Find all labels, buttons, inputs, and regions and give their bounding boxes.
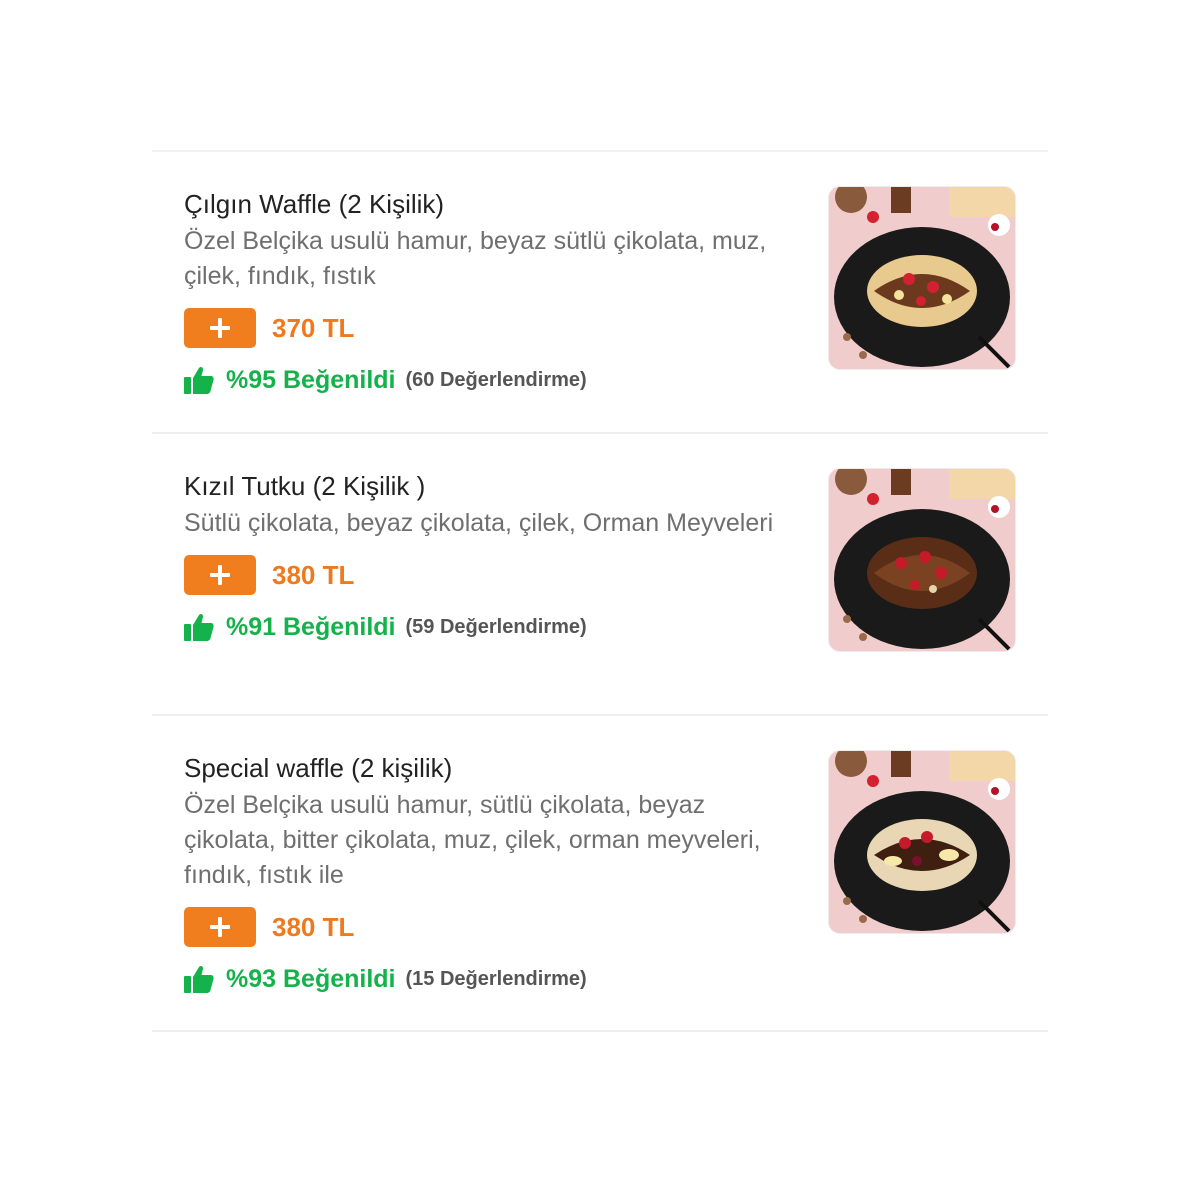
- price-row: 380 TL: [184, 555, 794, 595]
- product-image[interactable]: [828, 186, 1016, 370]
- thumbs-up-icon: [184, 366, 214, 394]
- product-price: 380 TL: [272, 911, 355, 942]
- product-price: 380 TL: [272, 559, 355, 590]
- menu-item[interactable]: Kızıl Tutku (2 Kişilik ) Sütlü çikolata,…: [152, 434, 1048, 716]
- menu-item-info: Special waffle (2 kişilik) Özel Belçika …: [184, 750, 794, 997]
- price-row: 370 TL: [184, 308, 794, 348]
- price-row: 380 TL: [184, 907, 794, 947]
- add-to-cart-button[interactable]: [184, 308, 256, 348]
- product-title: Special waffle (2 kişilik): [184, 753, 453, 783]
- rating-row: %93 Beğenildi (15 Değerlendirme): [184, 961, 794, 997]
- menu-item-info: Çılgın Waffle (2 Kişilik) Özel Belçika u…: [184, 186, 794, 398]
- rating-row: %95 Beğenildi (60 Değerlendirme): [184, 362, 794, 398]
- menu-list: Çılgın Waffle (2 Kişilik) Özel Belçika u…: [152, 150, 1048, 1032]
- menu-item-info: Kızıl Tutku (2 Kişilik ) Sütlü çikolata,…: [184, 468, 794, 645]
- product-description: Özel Belçika usulü hamur, sütlü çikolata…: [184, 791, 761, 889]
- product-price: 370 TL: [272, 312, 355, 343]
- menu-item[interactable]: Special waffle (2 kişilik) Özel Belçika …: [152, 716, 1048, 1032]
- review-count: (59 Değerlendirme): [405, 615, 587, 638]
- product-image[interactable]: [828, 750, 1016, 934]
- rating-percentage: %93 Beğenildi: [226, 964, 396, 993]
- product-image[interactable]: [828, 468, 1016, 652]
- add-to-cart-button[interactable]: [184, 907, 256, 947]
- review-count: (60 Değerlendirme): [405, 368, 587, 391]
- plus-icon: [210, 565, 230, 585]
- rating-percentage: %91 Beğenildi: [226, 612, 396, 641]
- plus-icon: [210, 917, 230, 937]
- thumbs-up-icon: [184, 613, 214, 641]
- rating-row: %91 Beğenildi (59 Değerlendirme): [184, 609, 794, 645]
- product-description: Özel Belçika usulü hamur, beyaz sütlü çi…: [184, 227, 767, 290]
- thumbs-up-icon: [184, 965, 214, 993]
- product-title: Çılgın Waffle (2 Kişilik): [184, 189, 445, 219]
- review-count: (15 Değerlendirme): [405, 967, 587, 990]
- plus-icon: [210, 318, 230, 338]
- product-description: Sütlü çikolata, beyaz çikolata, çilek, O…: [184, 509, 774, 537]
- menu-item[interactable]: Çılgın Waffle (2 Kişilik) Özel Belçika u…: [152, 152, 1048, 434]
- product-title: Kızıl Tutku (2 Kişilik ): [184, 471, 426, 501]
- add-to-cart-button[interactable]: [184, 555, 256, 595]
- rating-percentage: %95 Beğenildi: [226, 365, 396, 394]
